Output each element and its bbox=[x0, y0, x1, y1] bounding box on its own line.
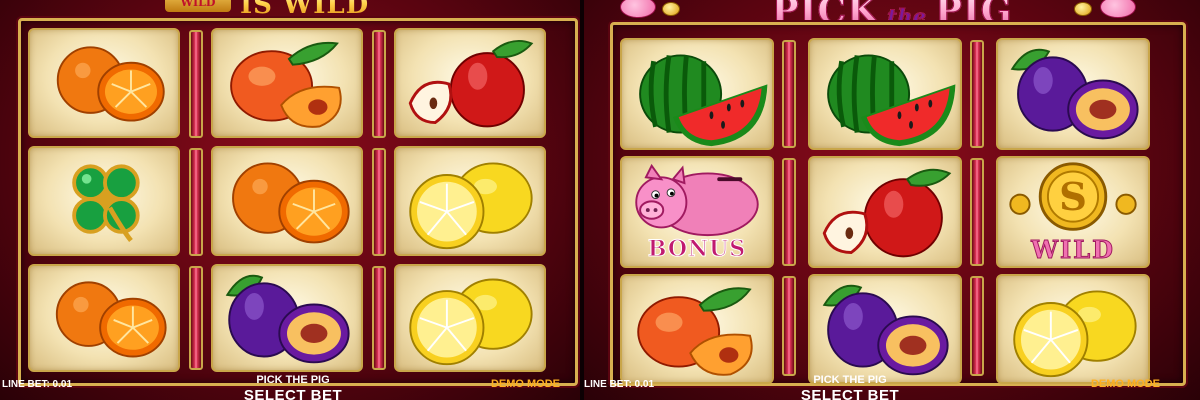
symbol-lemon bbox=[394, 264, 546, 372]
demo-mode-label: DEMO MODE bbox=[1090, 378, 1160, 390]
reel-separator bbox=[782, 40, 796, 148]
symbol-orange bbox=[28, 264, 180, 372]
symbol-clover bbox=[28, 146, 180, 256]
game-name-label: PICK THE PIG bbox=[813, 374, 887, 386]
symbol-plum bbox=[211, 264, 363, 372]
reel-separator bbox=[970, 158, 984, 266]
reel-separator bbox=[970, 40, 984, 148]
right-slot-panel: PICK the PIG BONUS S WILD LINE BET: 0.01 P… bbox=[584, 0, 1200, 400]
symbol-pig-bonus: BONUS bbox=[620, 156, 774, 268]
header-title: IS WILD bbox=[240, 0, 369, 20]
left-slot-panel: WILD IS WILD LINE BET: 0.01 PICK THE PIG… bbox=[0, 0, 580, 400]
line-bet-label: LINE BET: 0.01 bbox=[584, 379, 655, 390]
symbol-plum bbox=[996, 38, 1150, 150]
symbol-orange bbox=[211, 146, 363, 256]
reel-separator bbox=[372, 148, 386, 256]
reel-separator bbox=[189, 148, 203, 256]
symbol-apple bbox=[808, 156, 962, 268]
reel-separator bbox=[782, 276, 796, 376]
line-bet-label: LINE BET: 0.01 bbox=[2, 379, 73, 390]
select-bet-button[interactable]: SELECT BET bbox=[770, 387, 930, 400]
symbol-watermelon bbox=[620, 38, 774, 150]
symbol-watermelon bbox=[808, 38, 962, 150]
bonus-label: BONUS bbox=[647, 236, 747, 263]
reel-separator bbox=[372, 30, 386, 138]
wild-badge: WILD bbox=[165, 0, 231, 12]
reel-separator bbox=[372, 266, 386, 370]
symbol-wild-coin: S WILD bbox=[996, 156, 1150, 268]
svg-text:S: S bbox=[1059, 175, 1087, 220]
demo-mode-label: DEMO MODE bbox=[490, 378, 560, 390]
select-bet-button[interactable]: SELECT BET bbox=[213, 387, 373, 400]
symbol-apple bbox=[394, 28, 546, 138]
symbol-lemon bbox=[394, 146, 546, 256]
symbol-plum bbox=[808, 274, 962, 384]
symbol-orange bbox=[28, 28, 180, 138]
reel-separator bbox=[782, 158, 796, 266]
reel-separator bbox=[189, 30, 203, 138]
symbol-peach bbox=[620, 274, 774, 384]
reel-separator bbox=[970, 276, 984, 376]
symbol-peach bbox=[211, 28, 363, 138]
wild-label: WILD bbox=[1031, 235, 1115, 265]
symbol-lemon bbox=[996, 274, 1150, 384]
game-name-label: PICK THE PIG bbox=[256, 374, 330, 386]
reel-separator bbox=[189, 266, 203, 370]
